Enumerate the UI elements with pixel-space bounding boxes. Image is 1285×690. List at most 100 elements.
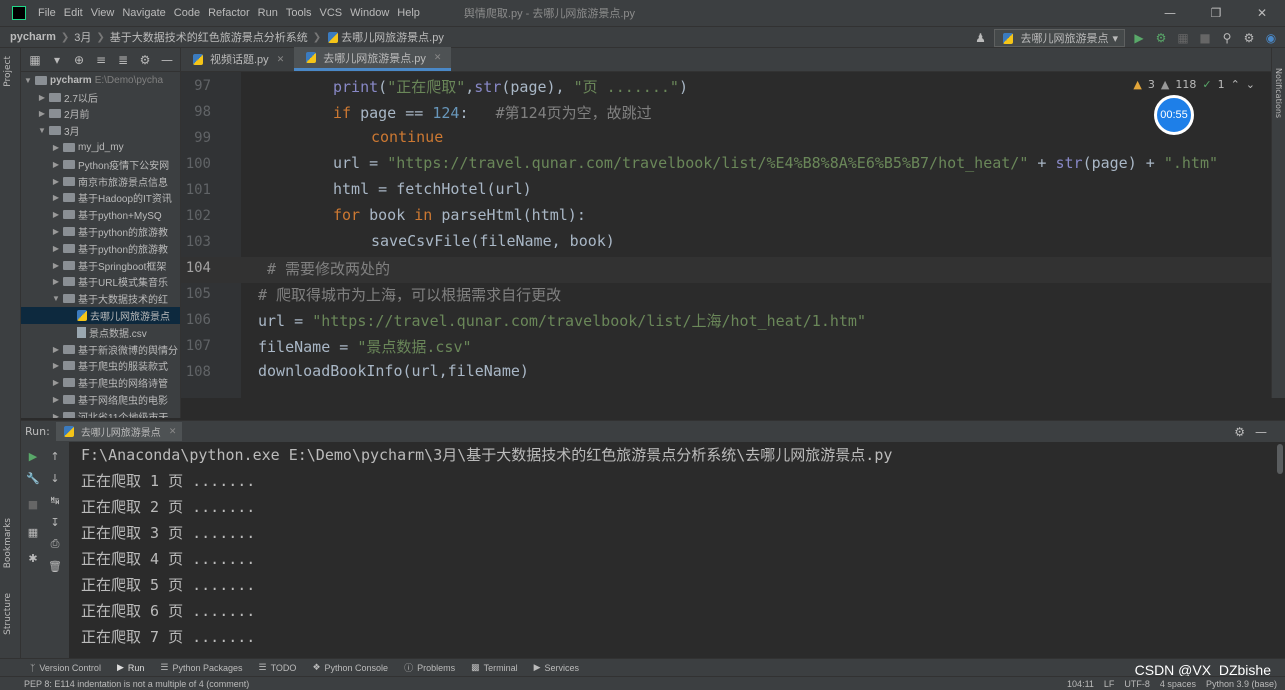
menu-file[interactable]: File <box>34 7 60 19</box>
tree-folder[interactable]: ▶ 基于python+MySQ <box>21 206 180 223</box>
tree-folder[interactable]: ▶ 基于python的旅游教 <box>21 223 180 240</box>
tree-folder[interactable]: ▶ 河北省11个地级市天 <box>21 408 180 418</box>
menu-help[interactable]: Help <box>393 7 424 19</box>
tool-problems[interactable]: ⓘ Problems <box>404 661 455 674</box>
tree-file[interactable]: 去哪儿网旅游景点 <box>21 307 180 324</box>
breadcrumb-subfolder[interactable]: 基于大数据技术的红色旅游景点分析系统 <box>110 29 308 45</box>
bookmarks-tool-button[interactable]: Bookmarks <box>3 518 13 568</box>
restore-button[interactable]: ❐ <box>1193 0 1239 26</box>
tree-folder[interactable]: ▶ 基于新浪微博的舆情分 <box>21 341 180 358</box>
trash-icon[interactable]: 🗑 <box>47 558 63 574</box>
console-scrollbar[interactable] <box>1275 442 1285 658</box>
stop-icon[interactable]: ■ <box>25 496 41 512</box>
tree-folder[interactable]: ▶ Python疫情下公安网 <box>21 156 180 173</box>
jetbrains-icon[interactable]: ◉ <box>1263 30 1279 46</box>
timer-badge[interactable]: 00:55 <box>1154 95 1194 135</box>
tool-version-control[interactable]: ᛉ Version Control <box>30 663 101 673</box>
menu-tools[interactable]: Tools <box>282 7 316 19</box>
coverage-icon[interactable]: ▦ <box>1175 30 1191 46</box>
menu-refactor[interactable]: Refactor <box>204 7 254 19</box>
menu-edit[interactable]: Edit <box>60 7 87 19</box>
menu-window[interactable]: Window <box>346 7 393 19</box>
project-view-icon[interactable]: ▦ <box>27 52 43 68</box>
tree-folder[interactable]: ▶ 基于网络爬虫的电影 <box>21 391 180 408</box>
minimize-button[interactable]: — <box>1147 0 1193 26</box>
tree-folder[interactable]: ▶ 基于URL模式集音乐 <box>21 274 180 291</box>
tree-folder[interactable]: ▼ 基于大数据技术的红 <box>21 290 180 307</box>
chevron-up-icon[interactable]: ⌃ <box>1231 78 1240 91</box>
expand-icon[interactable]: ≣ <box>115 52 131 68</box>
chevron-down-icon[interactable]: ⌄ <box>1246 78 1255 91</box>
indent-setting[interactable]: 4 spaces <box>1160 679 1196 689</box>
tool-run[interactable]: ▶ Run <box>117 662 144 673</box>
run-tab[interactable]: 去哪儿网旅游景点 ✕ <box>55 422 183 441</box>
tool-services[interactable]: ▶ Services <box>534 662 579 673</box>
menu-run[interactable]: Run <box>254 7 282 19</box>
notifications-tool-button[interactable]: Notifications <box>1274 68 1283 118</box>
structure-tool-button[interactable]: Structure <box>3 593 13 635</box>
close-icon[interactable]: ✕ <box>277 54 285 65</box>
search-icon[interactable]: ⚲ <box>1219 30 1235 46</box>
file-encoding[interactable]: UTF-8 <box>1124 679 1150 689</box>
menu-code[interactable]: Code <box>170 7 204 19</box>
status-message[interactable]: PEP 8: E114 indentation is not a multipl… <box>24 679 249 689</box>
rerun-icon[interactable]: ▶ <box>25 448 41 464</box>
tree-file[interactable]: 景点数据.csv <box>21 324 180 341</box>
project-tool-button[interactable]: Project <box>3 56 13 87</box>
tree-folder[interactable]: ▶ 基于python的旅游教 <box>21 240 180 257</box>
tree-folder[interactable]: ▶ 南京市旅游景点信息 <box>21 173 180 190</box>
settings-icon[interactable]: ⚙ <box>1241 30 1257 46</box>
tool-todo[interactable]: ☰ TODO <box>259 662 297 673</box>
breadcrumb-file[interactable]: 去哪儿网旅游景点.py <box>341 29 444 45</box>
collapse-icon[interactable]: ≡ <box>93 52 109 68</box>
layout-icon[interactable]: ▦ <box>25 524 41 540</box>
code-editor[interactable]: 97 98 99 100 101 102 103 104 105 106 107… <box>181 72 1285 398</box>
tree-folder[interactable]: ▶ 2.7以后 <box>21 89 180 106</box>
tree-folder[interactable]: ▶ 基于爬虫的服装款式 <box>21 358 180 375</box>
user-icon[interactable]: ♟ <box>972 30 988 46</box>
tree-folder[interactable]: ▶ 2月前 <box>21 106 180 123</box>
tool-terminal[interactable]: ▩ Terminal <box>471 662 518 673</box>
tree-folder[interactable]: ▶ 基于Hadoop的IT资讯 <box>21 190 180 207</box>
breadcrumb-folder[interactable]: 3月 <box>74 29 91 45</box>
close-icon[interactable]: ✕ <box>169 427 177 437</box>
menu-view[interactable]: View <box>87 7 119 19</box>
hide-icon[interactable]: — <box>1255 425 1267 439</box>
chevron-down-icon[interactable]: ▾ <box>49 52 65 68</box>
debug-icon[interactable]: ⚙ <box>1153 30 1169 46</box>
tree-folder[interactable]: ▶ my_jd_my <box>21 139 180 156</box>
close-icon[interactable]: ✕ <box>434 52 442 63</box>
wrench-icon[interactable]: 🔧 <box>25 470 41 486</box>
run-console[interactable]: F:\Anaconda\python.exe E:\Demo\pycharm\3… <box>69 442 1275 658</box>
tab-qunar-spots[interactable]: 去哪儿网旅游景点.py ✕ <box>294 47 452 71</box>
stop-icon[interactable]: ■ <box>1197 30 1213 46</box>
print-icon[interactable]: ⎙ <box>47 536 63 552</box>
line-separator[interactable]: LF <box>1104 679 1115 689</box>
tab-video-topic[interactable]: 视频话题.py ✕ <box>181 47 294 71</box>
menu-navigate[interactable]: Navigate <box>118 7 169 19</box>
caret-position[interactable]: 104:11 <box>1067 679 1094 689</box>
pin-icon[interactable]: ✱ <box>25 550 41 566</box>
tool-python-console[interactable]: ❖ Python Console <box>312 662 388 673</box>
locate-icon[interactable]: ⊕ <box>71 52 87 68</box>
tree-folder[interactable]: ▶ 基于Springboot框架 <box>21 257 180 274</box>
soft-wrap-icon[interactable]: ↹ <box>47 492 63 508</box>
breadcrumb-project[interactable]: pycharm <box>10 31 56 43</box>
arrow-down-icon[interactable]: ↓ <box>47 470 63 486</box>
tree-folder[interactable]: ▶ 基于爬虫的网络诗管 <box>21 374 180 391</box>
tool-python-packages[interactable]: ☰ Python Packages <box>160 662 242 673</box>
gear-icon[interactable]: ⚙ <box>137 52 153 68</box>
tree-root[interactable]: ▼ pycharm E:\Demo\pycha <box>21 72 180 89</box>
python-interpreter[interactable]: Python 3.9 (base) <box>1206 679 1277 689</box>
run-icon[interactable]: ▶ <box>1131 30 1147 46</box>
arrow-up-icon[interactable]: ↑ <box>47 448 63 464</box>
scrollbar-thumb[interactable] <box>1277 444 1283 474</box>
hide-icon[interactable]: — <box>159 52 175 68</box>
scroll-to-end-icon[interactable]: ↧ <box>47 514 63 530</box>
run-config-select[interactable]: 去哪儿网旅游景点 ▾ <box>994 29 1125 47</box>
tree-folder[interactable]: ▼ 3月 <box>21 122 180 139</box>
gear-icon[interactable]: ⚙ <box>1234 425 1245 439</box>
close-button[interactable]: ✕ <box>1239 0 1285 26</box>
inspection-widget[interactable]: ▲ 3 ▲ 118 ✓ 1 ⌃ ⌄ <box>1133 78 1255 91</box>
menu-vcs[interactable]: VCS <box>316 7 347 19</box>
